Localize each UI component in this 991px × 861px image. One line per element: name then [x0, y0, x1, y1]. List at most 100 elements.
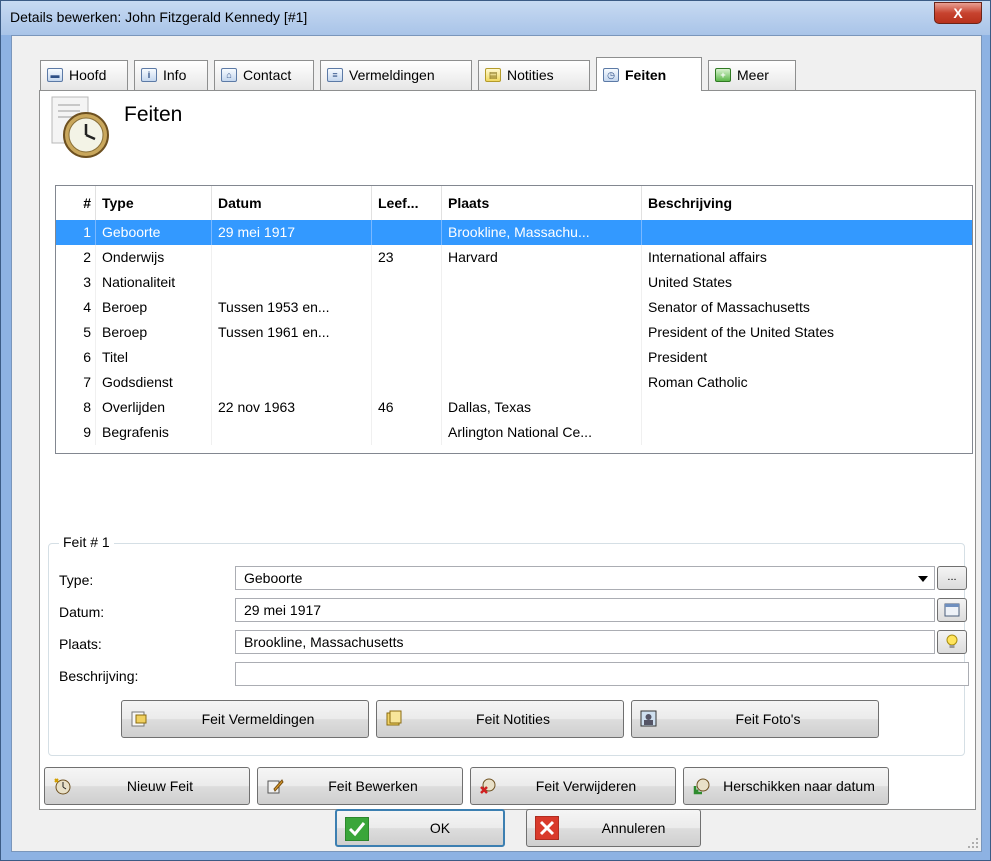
datum-calendar-button[interactable]	[937, 598, 967, 622]
cell-datum	[212, 345, 372, 370]
cell-plaats: Arlington National Ce...	[442, 420, 642, 445]
table-row[interactable]: 7 Godsdienst Roman Catholic	[56, 370, 972, 395]
table-row[interactable]: 6 Titel President	[56, 345, 972, 370]
table-row[interactable]: 2 Onderwijs 23 Harvard International affairs	[56, 245, 972, 270]
tab-label: Meer	[737, 67, 769, 83]
edit-icon	[267, 779, 284, 794]
ok-label: OK	[429, 820, 451, 836]
tab-label: Info	[163, 67, 187, 83]
cell-datum	[212, 370, 372, 395]
datum-label: Datum:	[59, 604, 105, 620]
cell-beschrijving: President	[642, 345, 972, 370]
cell-leeftijd	[372, 420, 442, 445]
tab-label: Contact	[243, 67, 292, 83]
nieuw-feit-button[interactable]: Nieuw Feit	[44, 767, 250, 805]
cell-datum: 22 nov 1963	[212, 395, 372, 420]
note-icon: ▤	[485, 68, 501, 82]
cell-beschrijving	[642, 220, 972, 245]
column-header-plaats[interactable]: Plaats	[442, 186, 642, 220]
plus-icon: +	[715, 68, 731, 82]
table-row[interactable]: 1 Geboorte 29 mei 1917 Brookline, Massachu.…	[56, 220, 972, 245]
cell-type: Begrafenis	[96, 420, 212, 445]
photo-icon	[640, 710, 657, 727]
table-row[interactable]: 8 Overlijden 22 nov 1963 46 Dallas, Texas	[56, 395, 972, 420]
dialog-client: ▬ Hoofd i Info ⌂ Contact ≡ Vermeldingen …	[11, 35, 982, 852]
cell-number: 5	[56, 320, 96, 345]
table-row[interactable]: 3 Nationaliteit United States	[56, 270, 972, 295]
facts-grid[interactable]: # Type Datum Leef... Plaats Beschrijving…	[55, 185, 973, 454]
close-button[interactable]: X	[934, 2, 982, 24]
tab-meer[interactable]: + Meer	[708, 60, 796, 90]
citation-icon: ≡	[327, 68, 343, 82]
column-header-datum[interactable]: Datum	[212, 186, 372, 220]
cell-beschrijving: United States	[642, 270, 972, 295]
cell-plaats	[442, 270, 642, 295]
tab-label: Feiten	[625, 67, 667, 83]
cell-leeftijd	[372, 345, 442, 370]
cell-plaats	[442, 345, 642, 370]
panel-title: Feiten	[124, 103, 183, 126]
new-clock-icon	[54, 778, 71, 795]
column-header-number[interactable]: #	[56, 186, 96, 220]
clock-icon: ◷	[603, 68, 619, 82]
plaats-input[interactable]: Brookline, Massachusetts	[235, 630, 935, 654]
cell-plaats: Dallas, Texas	[442, 395, 642, 420]
plaats-lookup-button[interactable]	[937, 630, 967, 654]
feit-vermeldingen-button[interactable]: Feit Vermeldingen	[121, 700, 369, 738]
cell-beschrijving	[642, 420, 972, 445]
tab-info[interactable]: i Info	[134, 60, 208, 90]
feit-bewerken-button[interactable]: Feit Bewerken	[257, 767, 463, 805]
tab-vermeldingen[interactable]: ≡ Vermeldingen	[320, 60, 472, 90]
cell-leeftijd: 23	[372, 245, 442, 270]
cell-type: Overlijden	[96, 395, 212, 420]
button-label: Feit Verwijderen	[535, 777, 637, 794]
resize-grip-icon[interactable]	[967, 837, 979, 849]
cell-beschrijving: President of the United States	[642, 320, 972, 345]
table-row[interactable]: 9 Begrafenis Arlington National Ce...	[56, 420, 972, 445]
datum-input[interactable]: 29 mei 1917	[235, 598, 935, 622]
cell-datum	[212, 420, 372, 445]
button-label: Feit Notities	[476, 710, 550, 727]
clock-document-icon	[48, 95, 118, 161]
column-header-leeftijd[interactable]: Leef...	[372, 186, 442, 220]
button-label: Feit Bewerken	[328, 777, 418, 794]
cell-datum: Tussen 1953 en...	[212, 295, 372, 320]
beschrijving-input[interactable]	[235, 662, 969, 686]
cancel-button[interactable]: Annuleren	[526, 809, 701, 847]
type-value: Geboorte	[244, 570, 303, 586]
table-row[interactable]: 5 Beroep Tussen 1961 en... President of the…	[56, 320, 972, 345]
type-more-button[interactable]: ...	[937, 566, 967, 590]
herschikken-button[interactable]: Herschikken naar datum	[683, 767, 889, 805]
cell-type: Godsdienst	[96, 370, 212, 395]
tab-label: Notities	[507, 67, 554, 83]
column-header-type[interactable]: Type	[96, 186, 212, 220]
cell-number: 7	[56, 370, 96, 395]
cell-plaats	[442, 370, 642, 395]
cell-leeftijd	[372, 220, 442, 245]
feit-notities-button[interactable]: Feit Notities	[376, 700, 624, 738]
plaats-label: Plaats:	[59, 636, 102, 652]
sort-clock-icon	[693, 778, 710, 795]
cell-plaats	[442, 295, 642, 320]
chevron-down-icon	[918, 576, 928, 582]
cell-number: 9	[56, 420, 96, 445]
title-bar[interactable]: Details bewerken: John Fitzgerald Kenned…	[1, 1, 990, 35]
tab-label: Vermeldingen	[349, 67, 435, 83]
feit-fotos-button[interactable]: Feit Foto's	[631, 700, 879, 738]
citation-icon	[131, 711, 147, 727]
type-dropdown[interactable]: Geboorte	[235, 566, 935, 590]
button-label: Nieuw Feit	[126, 777, 194, 794]
tab-notities[interactable]: ▤ Notities	[478, 60, 590, 90]
cell-datum: 29 mei 1917	[212, 220, 372, 245]
tab-hoofd[interactable]: ▬ Hoofd	[40, 60, 128, 90]
cell-type: Nationaliteit	[96, 270, 212, 295]
ok-button[interactable]: OK	[335, 809, 505, 847]
card-icon: ▬	[47, 68, 63, 82]
tab-feiten[interactable]: ◷ Feiten	[596, 57, 702, 91]
tab-contact[interactable]: ⌂ Contact	[214, 60, 314, 90]
column-header-beschrijving[interactable]: Beschrijving	[642, 186, 972, 220]
cell-beschrijving: International affairs	[642, 245, 972, 270]
notes-icon	[386, 710, 402, 726]
table-row[interactable]: 4 Beroep Tussen 1953 en... Senator of Massa…	[56, 295, 972, 320]
feit-verwijderen-button[interactable]: Feit Verwijderen	[470, 767, 676, 805]
